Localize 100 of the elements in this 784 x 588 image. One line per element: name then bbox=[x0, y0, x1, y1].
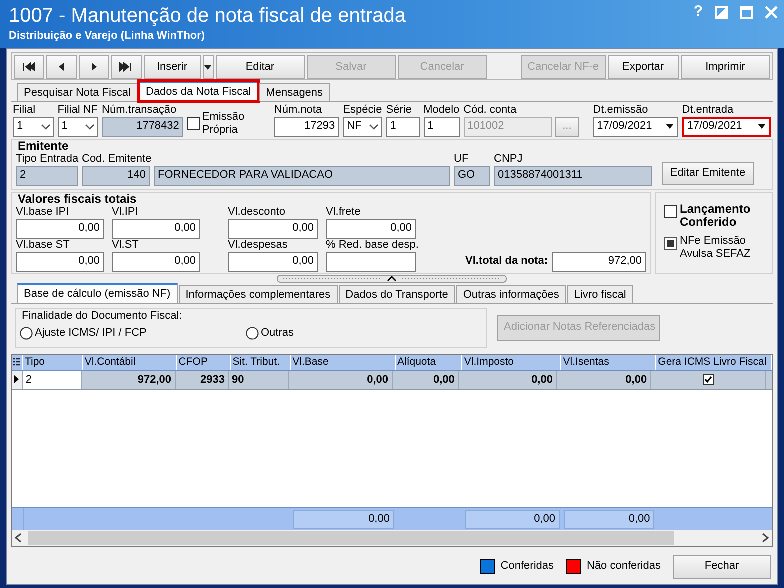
checkbox-label: Emissão Própria bbox=[202, 110, 246, 137]
toolbar-button[interactable]: Exportar bbox=[608, 55, 679, 79]
checkbox[interactable] bbox=[702, 374, 714, 386]
input-field[interactable]: 0,00 bbox=[16, 252, 104, 272]
field-label: Cod. Emitente bbox=[82, 152, 152, 166]
input-field[interactable]: 0,00 bbox=[112, 252, 200, 272]
maximize-icon[interactable] bbox=[740, 6, 753, 18]
tab[interactable]: Outras informações bbox=[456, 284, 566, 303]
table-cell: 2933 bbox=[176, 370, 230, 389]
dropdown-button[interactable] bbox=[202, 55, 214, 79]
total-field: 972,00 bbox=[552, 252, 646, 272]
input-field: 101002 bbox=[464, 116, 552, 137]
radio-label: Outras bbox=[261, 326, 294, 340]
checkbox[interactable] bbox=[187, 117, 200, 130]
input-field: 01358874001311 bbox=[494, 166, 652, 186]
column-header[interactable]: Vl.Imposto bbox=[462, 354, 562, 370]
column-header[interactable]: Gera ICMS Livro Fiscal bbox=[656, 354, 772, 370]
input-field[interactable] bbox=[326, 252, 416, 272]
column-header[interactable]: Alíquota bbox=[396, 354, 462, 370]
column-header[interactable]: Tipo bbox=[22, 354, 83, 370]
field-label: CNPJ bbox=[494, 152, 523, 166]
field-label: Vl.desconto bbox=[228, 206, 286, 219]
field-label: Modelo bbox=[424, 104, 460, 117]
input-field: 2 bbox=[16, 166, 78, 186]
previous-button[interactable] bbox=[46, 55, 77, 79]
column-header[interactable]: Sit. Tribut. bbox=[230, 354, 291, 370]
restore-icon[interactable] bbox=[715, 6, 728, 18]
input-field[interactable]: 0,00 bbox=[228, 252, 318, 272]
radio-label: Ajuste ICMS/ IPI / FCP bbox=[35, 326, 147, 340]
first-record-button[interactable] bbox=[14, 55, 44, 79]
tab[interactable]: Dados da Nota Fiscal bbox=[139, 81, 258, 101]
table-cell: 0,00 bbox=[288, 370, 393, 389]
close-button[interactable]: Fechar bbox=[673, 554, 771, 579]
checkbox[interactable] bbox=[664, 204, 677, 218]
date-field[interactable]: 17/09/2021 bbox=[682, 116, 772, 137]
window-title: 1007 - Manutenção de nota fiscal de entrada bbox=[9, 4, 406, 28]
tab[interactable]: Base de cálculo (emissão NF) bbox=[17, 282, 178, 303]
next-button[interactable] bbox=[78, 55, 110, 79]
field-label: Núm.nota bbox=[274, 104, 322, 117]
edit-button[interactable]: Editar Emitente bbox=[662, 162, 754, 185]
input-field[interactable]: 0,00 bbox=[112, 218, 200, 239]
toolbar-button[interactable]: Inserir bbox=[144, 55, 201, 79]
column-header[interactable]: CFOP bbox=[176, 354, 231, 370]
tab[interactable]: Mensagens bbox=[259, 83, 330, 101]
table-cell[interactable]: 2 bbox=[22, 370, 82, 389]
tab[interactable]: Dados do Transporte bbox=[338, 284, 456, 303]
chevron-icon bbox=[369, 124, 380, 130]
caret-icon bbox=[758, 124, 766, 130]
field-label: Núm.transação bbox=[102, 104, 177, 117]
input-field[interactable]: 0,00 bbox=[326, 218, 416, 239]
input-field[interactable]: 0,00 bbox=[228, 218, 318, 239]
field-label: Vl.ST bbox=[112, 238, 139, 252]
first-record-icon bbox=[22, 62, 36, 72]
dropdown-field[interactable]: 1 bbox=[58, 116, 98, 137]
caret-icon bbox=[666, 124, 674, 130]
table-cell: 90 bbox=[229, 370, 288, 389]
checkbox-label: NFe Emissão Avulsa SEFAZ bbox=[680, 234, 752, 261]
column-header[interactable]: Vl.Contábil bbox=[82, 354, 177, 370]
window-subtitle: Distribuição e Varejo (Linha WinThor) bbox=[9, 29, 206, 44]
field-label: % Red. base desp. bbox=[326, 238, 419, 252]
tab[interactable]: Pesquisar Nota Fiscal bbox=[17, 83, 138, 101]
chevron-icon bbox=[40, 124, 51, 130]
chevron-icon bbox=[85, 124, 96, 130]
close-icon[interactable] bbox=[765, 6, 778, 18]
table-cell: 0,00 bbox=[458, 370, 557, 389]
field-label: Vl.despesas bbox=[228, 238, 288, 252]
caret-icon bbox=[204, 64, 212, 70]
tab[interactable]: Informações complementares bbox=[178, 284, 338, 303]
field-label: Espécie bbox=[343, 104, 382, 117]
field-label: Dt.emissão bbox=[593, 104, 648, 117]
splitter-handle[interactable] bbox=[277, 274, 507, 283]
toolbar-button[interactable]: Imprimir bbox=[680, 55, 770, 79]
last-record-icon bbox=[119, 62, 134, 72]
total-cell: 0,00 bbox=[464, 510, 560, 529]
table-cell: 0,00 bbox=[556, 370, 652, 389]
date-field[interactable]: 17/09/2021 bbox=[593, 116, 678, 137]
input-field[interactable]: 1 bbox=[424, 116, 460, 137]
input-field[interactable]: 17293 bbox=[274, 116, 340, 137]
field-label: Vl.frete bbox=[326, 206, 361, 219]
total-cell: 0,00 bbox=[293, 510, 394, 529]
field-label: Tipo Entrada bbox=[16, 152, 79, 166]
column-header[interactable]: Vl.Isentas bbox=[561, 354, 656, 370]
field-label: Cód. conta bbox=[464, 104, 517, 117]
group-title: Emitente bbox=[18, 140, 69, 153]
radio-button[interactable] bbox=[20, 326, 33, 340]
input-field[interactable]: 1 bbox=[386, 116, 420, 137]
radio-button[interactable] bbox=[246, 326, 259, 340]
horizontal-scrollbar[interactable] bbox=[12, 530, 772, 546]
input-field[interactable]: 0,00 bbox=[16, 218, 104, 239]
column-header[interactable]: Vl.Base bbox=[290, 354, 396, 370]
group-title: Finalidade do Documento Fiscal: bbox=[22, 310, 182, 323]
toolbar-button[interactable]: Editar bbox=[216, 55, 305, 79]
table-cell: 0,00 bbox=[392, 370, 459, 389]
dropdown-field[interactable]: 1 bbox=[13, 116, 54, 137]
input-field: 140 bbox=[82, 166, 150, 186]
field-label: Vl.base ST bbox=[16, 238, 70, 252]
dropdown-field[interactable]: NF bbox=[343, 116, 382, 137]
field-label: Vl.IPI bbox=[112, 206, 138, 219]
tab[interactable]: Livro fiscal bbox=[567, 284, 634, 303]
last-record-button[interactable] bbox=[111, 55, 142, 79]
